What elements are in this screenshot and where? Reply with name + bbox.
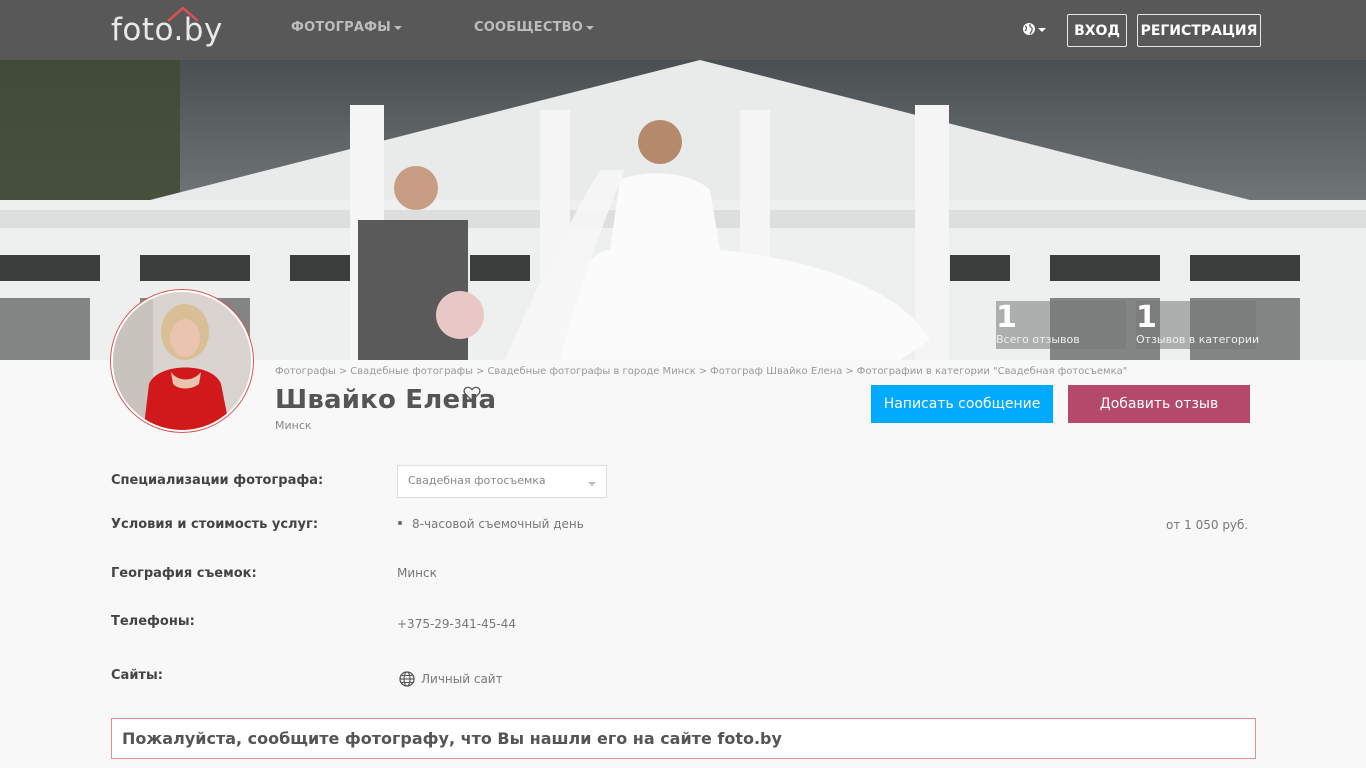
heart-icon[interactable]: [463, 386, 481, 402]
breadcrumb-separator: >: [338, 366, 348, 377]
specialization-select[interactable]: Свадебная фотосъемка: [397, 465, 607, 498]
list-bullet: [398, 521, 402, 525]
service-item: 8-часовой съемочный день: [412, 517, 584, 531]
top-navbar: foto.by ФОТОГРАФЫ СООБЩЕСТВО ВХОД РЕГИСТ…: [0, 0, 1366, 60]
avatar-image: [113, 292, 251, 430]
globe-icon: [1023, 23, 1035, 35]
profile-city: Минск: [275, 419, 312, 432]
specialization-selected-value: Свадебная фотосъемка: [408, 474, 546, 487]
language-switcher[interactable]: [1022, 20, 1046, 38]
specializations-label: Специализации фотографа:: [111, 473, 324, 488]
breadcrumb-link[interactable]: Фотограф Швайко Елена: [710, 366, 842, 377]
breadcrumb-link[interactable]: Фотографы: [275, 366, 336, 377]
nav-community[interactable]: СООБЩЕСТВО: [474, 20, 595, 35]
breadcrumb-current[interactable]: Фотографии в категории "Свадебная фотосъ…: [857, 366, 1128, 377]
phone-value[interactable]: +375-29-341-45-44: [397, 617, 516, 631]
breadcrumb-separator: >: [698, 366, 708, 377]
chevron-down-icon: [588, 482, 596, 486]
nav-community-label: СООБЩЕСТВО: [474, 20, 584, 35]
chevron-down-icon: [1038, 28, 1046, 32]
site-globe-icon: [399, 671, 415, 687]
phones-label: Телефоны:: [111, 614, 195, 629]
sites-label: Сайты:: [111, 668, 163, 683]
services-label: Условия и стоимость услуг:: [111, 517, 319, 532]
personal-site-link[interactable]: Личный сайт: [399, 670, 503, 688]
personal-site-label: Личный сайт: [421, 672, 503, 686]
chevron-down-icon: [586, 25, 595, 30]
nav-photographers[interactable]: ФОТОГРАФЫ: [291, 20, 402, 35]
stat-total-reviews-label: Всего отзывов: [996, 333, 1080, 346]
breadcrumb-link[interactable]: Свадебные фотографы: [350, 366, 473, 377]
stat-category-reviews: 1 Отзывов в категории: [1136, 300, 1260, 349]
send-message-button[interactable]: Написать сообщение: [871, 385, 1053, 423]
stat-total-reviews: 1 Всего отзывов: [996, 301, 1126, 349]
avatar[interactable]: [111, 290, 253, 432]
notice-banner: Пожалуйста, сообщите фотографу, что Вы н…: [111, 718, 1256, 759]
site-logo[interactable]: foto.by: [111, 6, 241, 50]
stat-total-reviews-value: 1: [996, 300, 1017, 335]
register-button[interactable]: РЕГИСТРАЦИЯ: [1137, 14, 1261, 47]
breadcrumb: Фотографы > Свадебные фотографы > Свадебные …: [275, 366, 1127, 377]
breadcrumb-link[interactable]: Свадебные фотографы в городе Минск: [487, 366, 695, 377]
login-button[interactable]: ВХОД: [1067, 14, 1127, 47]
breadcrumb-separator: >: [476, 366, 485, 377]
geography-value: Минск: [397, 566, 437, 580]
stat-category-reviews-value: 1: [1136, 300, 1157, 335]
logo-text: foto.by: [111, 12, 223, 48]
service-price: от 1 050 руб.: [1166, 518, 1249, 532]
add-review-button[interactable]: Добавить отзыв: [1068, 385, 1250, 423]
chevron-down-icon: [393, 25, 402, 30]
geography-label: География съемок:: [111, 566, 257, 581]
nav-photographers-label: ФОТОГРАФЫ: [291, 20, 391, 35]
breadcrumb-separator: >: [845, 366, 854, 377]
stat-category-reviews-label: Отзывов в категории: [1136, 333, 1260, 346]
